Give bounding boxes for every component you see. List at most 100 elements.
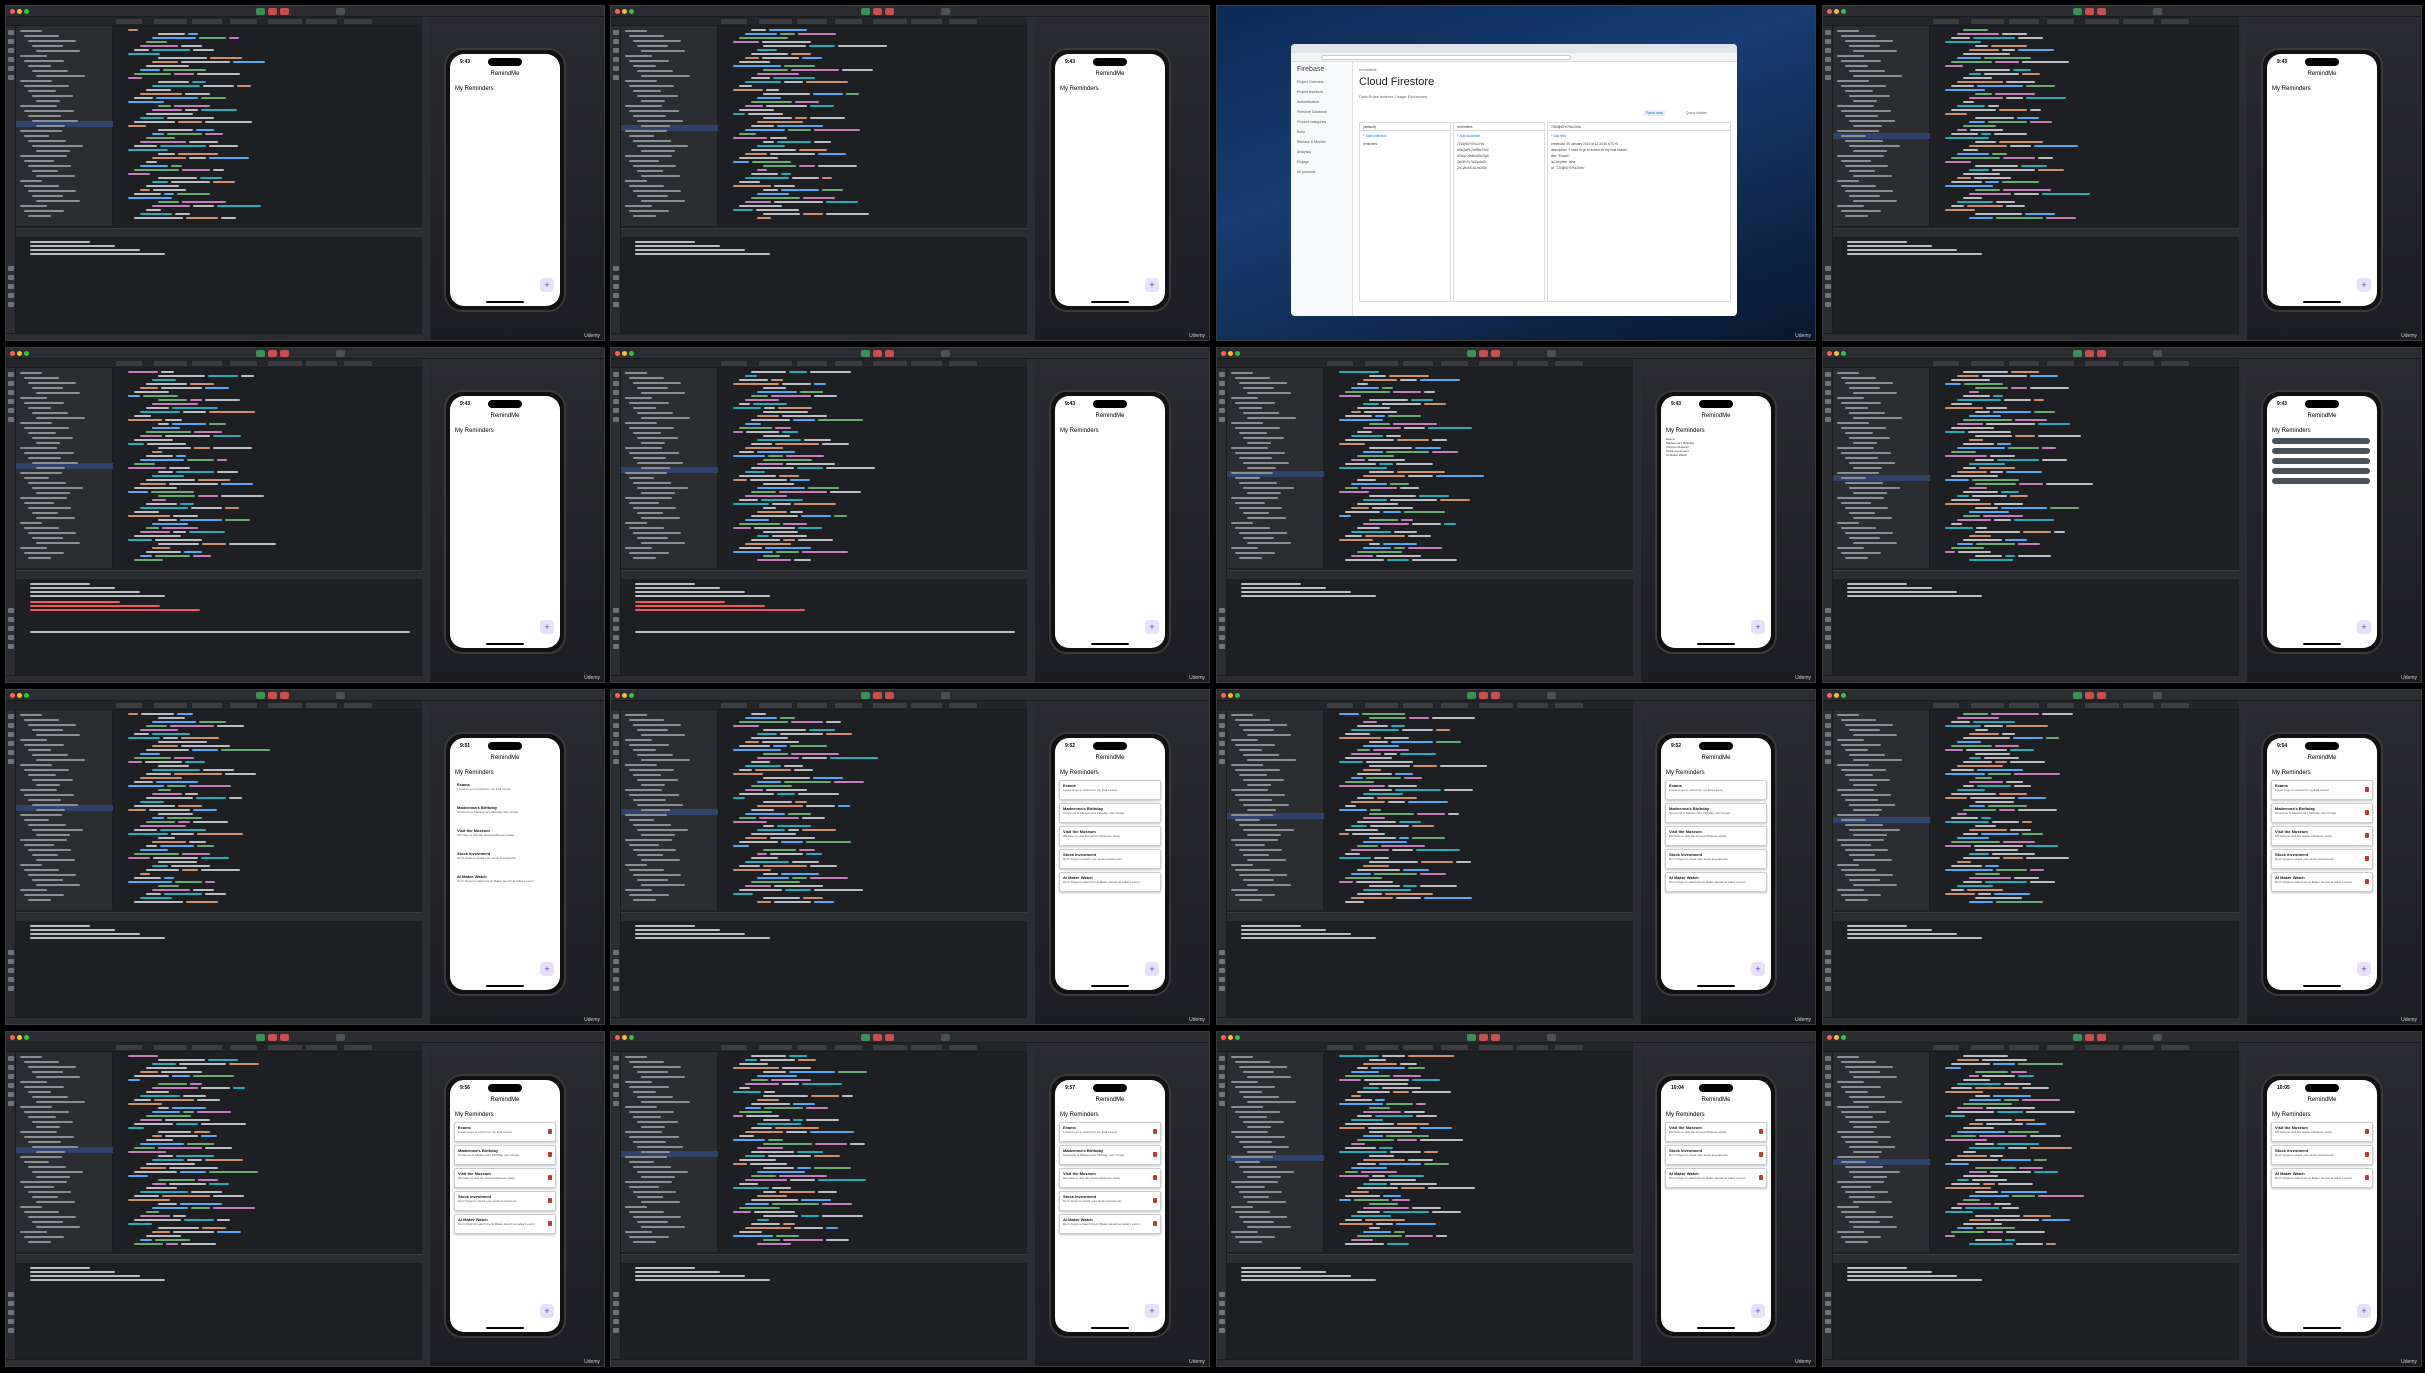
editor-tab[interactable] bbox=[1327, 703, 1353, 708]
tree-item[interactable] bbox=[1243, 729, 1274, 731]
code-editor[interactable] bbox=[719, 26, 1027, 226]
editor-tab[interactable] bbox=[721, 703, 747, 708]
tree-item[interactable] bbox=[633, 532, 681, 534]
tree-item[interactable] bbox=[1853, 1101, 1902, 1103]
tree-item[interactable] bbox=[24, 210, 64, 212]
tool-window-icon[interactable] bbox=[1219, 1065, 1225, 1070]
tool-window-icon[interactable] bbox=[1219, 608, 1225, 613]
tree-item[interactable] bbox=[1841, 744, 1881, 746]
panel-row[interactable]: id: "7Zk3jhDYi7Ks1Vbs" bbox=[1551, 166, 1585, 170]
tree-item[interactable] bbox=[629, 552, 669, 554]
run-toolbar-button[interactable] bbox=[336, 692, 345, 699]
tree-item[interactable] bbox=[625, 789, 662, 791]
tree-item[interactable] bbox=[1239, 899, 1262, 901]
tree-item[interactable] bbox=[1231, 422, 1263, 424]
tree-item[interactable] bbox=[637, 95, 678, 97]
tool-window-icon[interactable] bbox=[1219, 1319, 1225, 1324]
tree-item[interactable] bbox=[637, 779, 678, 781]
tree-item[interactable] bbox=[625, 80, 657, 82]
tree-item[interactable] bbox=[1243, 1221, 1274, 1223]
tree-item[interactable] bbox=[629, 719, 664, 721]
tree-item[interactable] bbox=[641, 1201, 680, 1203]
tool-window-icon[interactable] bbox=[8, 959, 14, 964]
editor-tab[interactable] bbox=[1555, 703, 1583, 708]
window-control-2[interactable] bbox=[24, 693, 29, 698]
frame-thumbnail[interactable]: 9:52 RemindMe My Reminders Exams I need to g… bbox=[610, 689, 1210, 1025]
window-control-0[interactable] bbox=[1827, 351, 1832, 356]
tree-item[interactable] bbox=[1845, 849, 1888, 851]
reminder-card[interactable]: Madeenna's Birthday Tomorrow is Madeenna'… bbox=[1059, 803, 1161, 823]
tree-item[interactable] bbox=[1239, 824, 1277, 826]
editor-tab[interactable] bbox=[911, 19, 942, 24]
tree-item[interactable] bbox=[625, 1181, 672, 1183]
tree-item[interactable] bbox=[36, 784, 60, 786]
tree-item[interactable] bbox=[28, 849, 71, 851]
tree-item[interactable] bbox=[28, 140, 66, 142]
tool-window-icon[interactable] bbox=[8, 1065, 14, 1070]
tree-item[interactable] bbox=[625, 889, 652, 891]
tree-item[interactable] bbox=[1837, 130, 1879, 132]
tree-item[interactable] bbox=[637, 512, 663, 514]
tree-item[interactable] bbox=[637, 387, 668, 389]
tree-item[interactable] bbox=[20, 80, 52, 82]
tree-item[interactable] bbox=[28, 482, 66, 484]
tree-item[interactable] bbox=[641, 809, 670, 811]
run-toolbar-button[interactable] bbox=[256, 1034, 265, 1041]
tree-item[interactable] bbox=[1247, 809, 1276, 811]
tree-item[interactable] bbox=[20, 522, 42, 524]
run-toolbar-button[interactable] bbox=[861, 692, 870, 699]
reminder-card[interactable]: Madeenna's Birthday Tomorrow is Madeenna'… bbox=[1059, 1145, 1161, 1165]
tool-window-icon[interactable] bbox=[1219, 714, 1225, 719]
tree-item[interactable] bbox=[28, 115, 61, 117]
tree-item[interactable] bbox=[1853, 442, 1877, 444]
tool-window-icon[interactable] bbox=[1825, 1292, 1831, 1297]
run-toolbar-button[interactable] bbox=[2073, 692, 2082, 699]
tree-item[interactable] bbox=[1841, 869, 1876, 871]
window-control-0[interactable] bbox=[1221, 1035, 1226, 1040]
tool-window-icon[interactable] bbox=[613, 950, 619, 955]
tree-item[interactable] bbox=[1841, 1136, 1891, 1138]
tree-item[interactable] bbox=[1849, 1171, 1900, 1173]
tree-item[interactable] bbox=[36, 150, 70, 152]
tool-window-icon[interactable] bbox=[613, 48, 619, 53]
tool-window-icon[interactable] bbox=[613, 723, 619, 728]
editor-tab[interactable] bbox=[1933, 361, 1959, 366]
editor-tab[interactable] bbox=[835, 1045, 862, 1050]
tool-window-icon[interactable] bbox=[1219, 750, 1225, 755]
tree-item[interactable] bbox=[625, 522, 647, 524]
tree-item[interactable] bbox=[641, 125, 670, 127]
tree-item[interactable] bbox=[637, 854, 663, 856]
tree-item[interactable] bbox=[24, 1086, 64, 1088]
tree-item[interactable] bbox=[1231, 397, 1258, 399]
run-toolbar-button[interactable] bbox=[256, 692, 265, 699]
tree-item[interactable] bbox=[1849, 1071, 1880, 1073]
tree-item[interactable] bbox=[633, 407, 656, 409]
reminder-card[interactable]: Stock investment Don't forget to check yo… bbox=[454, 849, 556, 869]
tree-item[interactable] bbox=[28, 1091, 51, 1093]
run-toolbar-button[interactable] bbox=[885, 350, 894, 357]
reminder-card[interactable]: Stock investment Don't forget to check yo… bbox=[2271, 849, 2373, 869]
window-control-2[interactable] bbox=[24, 1035, 29, 1040]
tree-item[interactable] bbox=[625, 1206, 647, 1208]
tree-item[interactable] bbox=[629, 210, 669, 212]
tree-item[interactable] bbox=[1841, 160, 1871, 162]
tree-item[interactable] bbox=[1243, 1196, 1269, 1198]
tool-window-icon[interactable] bbox=[8, 1292, 14, 1297]
tool-window-icon[interactable] bbox=[1825, 57, 1831, 62]
delete-icon[interactable] bbox=[548, 1152, 552, 1157]
tree-item[interactable] bbox=[641, 442, 665, 444]
tree-item[interactable] bbox=[641, 784, 665, 786]
frame-thumbnail[interactable]: 9:43 RemindMe My Reminders + Udemy bbox=[1822, 5, 2422, 341]
tree-item[interactable] bbox=[1841, 1186, 1871, 1188]
tree-item[interactable] bbox=[1239, 532, 1287, 534]
tree-item[interactable] bbox=[1845, 457, 1878, 459]
tool-window-icon[interactable] bbox=[8, 381, 14, 386]
tree-item[interactable] bbox=[32, 387, 63, 389]
run-toolbar-button[interactable] bbox=[1547, 1034, 1556, 1041]
frame-thumbnail[interactable]: 9:43 RemindMe My Reminders + Udemy bbox=[1822, 347, 2422, 683]
tree-item[interactable] bbox=[1837, 397, 1864, 399]
tree-item[interactable] bbox=[1247, 834, 1281, 836]
tree-item[interactable] bbox=[1837, 205, 1864, 207]
tree-item[interactable] bbox=[28, 40, 76, 42]
tool-window-icon[interactable] bbox=[8, 1092, 14, 1097]
